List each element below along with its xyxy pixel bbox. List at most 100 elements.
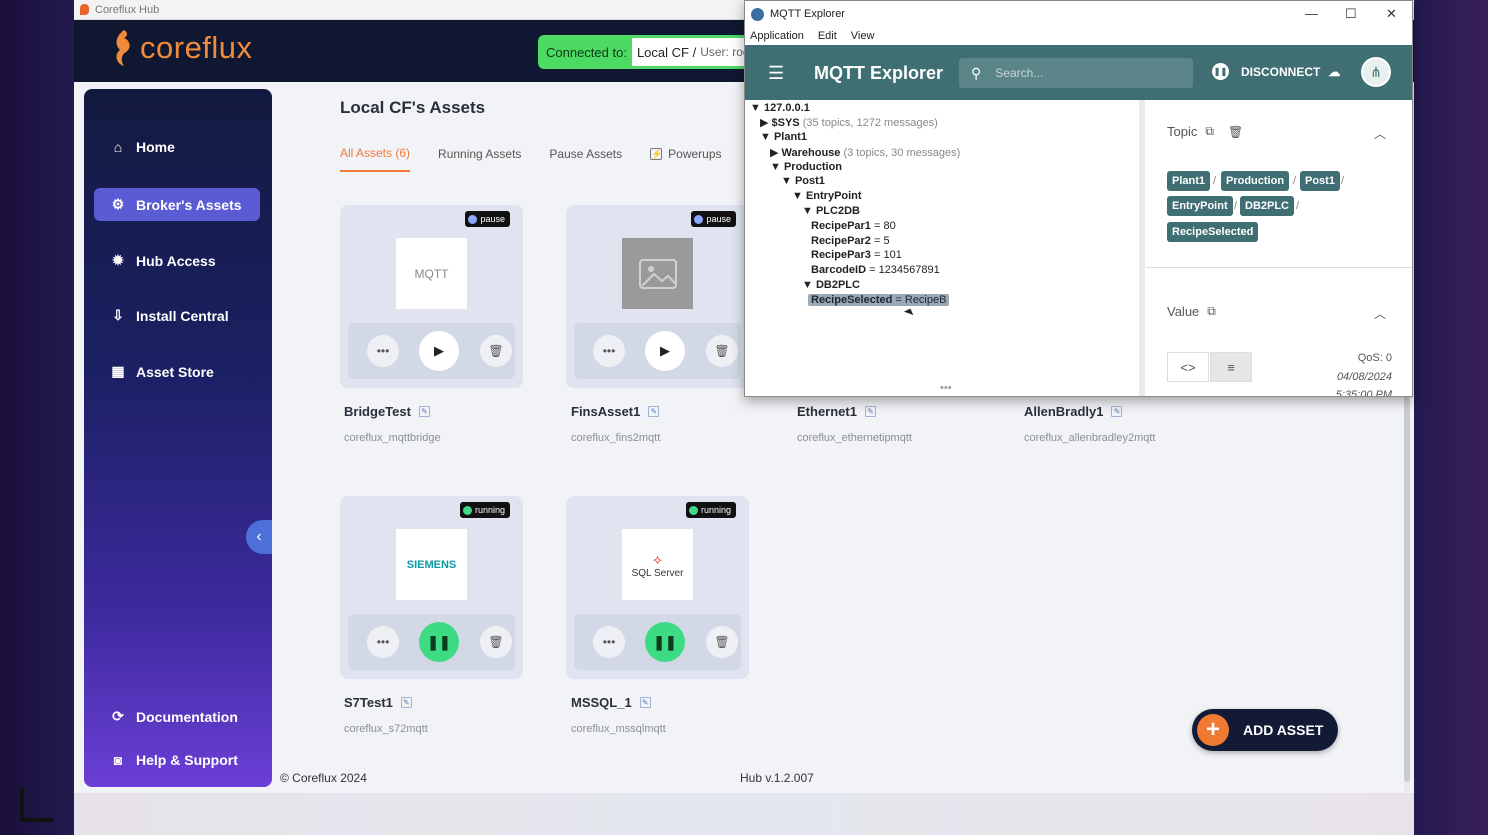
copy-icon[interactable]: ⧉ (1207, 304, 1216, 319)
play-icon: ▶ (434, 343, 444, 358)
coreflux-logo-text: coreflux (140, 30, 253, 65)
more-options-button[interactable]: ••• (367, 335, 399, 367)
sidebar-item-label: Broker's Assets (136, 196, 242, 213)
topic-chip[interactable]: Production (1221, 171, 1290, 191)
sidebar-item-help-support[interactable]: ◙ Help & Support (94, 743, 260, 776)
mqtt-app-title: MQTT Explorer (814, 63, 944, 83)
home-icon: ⌂ (113, 138, 123, 155)
text-view-button[interactable]: ≡ (1210, 352, 1252, 382)
more-options-button[interactable]: ••• (593, 626, 625, 658)
sidebar-item-label: Documentation (136, 708, 238, 725)
sidebar-item-label: Hub Access (136, 252, 216, 269)
asset-name: MSSQL_1 ✎ (571, 695, 651, 710)
more-options-button[interactable]: ••• (367, 626, 399, 658)
tab-running-assets[interactable]: Running Assets (438, 146, 521, 172)
edit-icon[interactable]: ✎ (1111, 406, 1123, 417)
trash-icon: 🗑 (714, 344, 730, 358)
asset-card[interactable]: pause MQTT ••• ▶ 🗑 (340, 205, 523, 388)
code-view-button[interactable]: <> (1167, 352, 1209, 382)
add-asset-button[interactable]: + ADD ASSET (1192, 709, 1338, 751)
asset-card[interactable]: running ⟡ SQL Server ••• ❚❚ 🗑 (566, 496, 749, 679)
menu-application[interactable]: Application (750, 30, 804, 42)
trash-icon[interactable]: 🗑 (1228, 125, 1243, 139)
tree-leaf-selected[interactable]: RecipeSelected = RecipeB (808, 294, 950, 306)
topic-chip[interactable]: RecipeSelected (1167, 222, 1259, 242)
tree-node[interactable]: ▶ $SYS (35 topics, 1272 messages) (760, 116, 938, 129)
tree-leaf[interactable]: RecipePar2 = 5 (811, 235, 890, 247)
edit-icon[interactable]: ✎ (639, 697, 651, 708)
delete-button[interactable]: 🗑 (480, 626, 512, 658)
asset-card[interactable]: running SIEMENS ••• ❚❚ 🗑 (340, 496, 523, 679)
maximize-icon[interactable]: ☐ (1345, 6, 1357, 22)
more-options-button[interactable]: ••• (593, 335, 625, 367)
topic-chip[interactable]: EntryPoint (1167, 196, 1233, 216)
sidebar-item-brokers-assets[interactable]: ⚙ Broker's Assets (94, 188, 260, 221)
tab-powerups[interactable]: ⚡ Powerups (650, 146, 722, 172)
topic-separator: / (1341, 175, 1345, 187)
menu-edit[interactable]: Edit (818, 30, 837, 42)
tree-node[interactable]: ▶ Warehouse (3 topics, 30 messages) (770, 146, 960, 159)
disconnect-button[interactable]: ❚❚ DISCONNECT ☁ (1212, 63, 1340, 80)
tree-node[interactable]: ▼ Plant1 (760, 131, 807, 143)
edit-icon[interactable]: ✎ (864, 406, 876, 417)
tree-node[interactable]: ▼ PLC2DB (802, 205, 860, 217)
sidebar-item-hub-access[interactable]: ✹ Hub Access (94, 244, 260, 277)
close-icon[interactable]: ✕ (1386, 6, 1397, 22)
copy-icon[interactable]: ⧉ (1205, 124, 1214, 139)
sidebar-item-label: Home (136, 138, 175, 155)
trash-icon: 🗑 (488, 635, 504, 649)
pause-button[interactable]: ❚❚ (419, 622, 459, 662)
edit-icon[interactable]: ✎ (400, 697, 412, 708)
sidebar-item-install-central[interactable]: ⇩ Install Central (94, 299, 260, 332)
pane-divider[interactable] (1139, 100, 1145, 396)
pause-button[interactable]: ❚❚ (645, 622, 685, 662)
sidebar-collapse-button[interactable]: ‹ (246, 520, 272, 554)
topic-chip[interactable]: Plant1 (1167, 171, 1211, 191)
asset-card[interactable]: pause ••• ▶ 🗑 (566, 205, 749, 388)
hamburger-menu-icon[interactable]: ☰ (768, 63, 784, 84)
qos-label: QoS: 0 (1357, 352, 1392, 364)
tree-node[interactable]: ▼ 127.0.0.1 (750, 102, 810, 114)
sidebar-item-documentation[interactable]: ⟳ Documentation (94, 700, 260, 733)
tree-node[interactable]: ▼ Post1 (781, 175, 825, 187)
asset-name: S7Test1 ✎ (344, 695, 412, 710)
play-button[interactable]: ▶ (645, 331, 685, 371)
tree-leaf[interactable]: RecipePar1 = 80 (811, 220, 896, 232)
page-title: Local CF's Assets (340, 98, 486, 117)
status-badge: running (685, 502, 736, 518)
running-status-icon (688, 505, 698, 515)
delete-button[interactable]: 🗑 (480, 335, 512, 367)
tree-node[interactable]: ▼ Production (770, 161, 842, 173)
edit-icon[interactable]: ✎ (418, 406, 430, 417)
tree-node[interactable]: ▼ EntryPoint (792, 190, 862, 202)
resize-handle-icon[interactable]: ••• (940, 382, 952, 394)
edit-icon[interactable]: ✎ (648, 406, 660, 417)
asset-logo: SIEMENS (396, 529, 467, 600)
delete-button[interactable]: 🗑 (706, 335, 738, 367)
topic-chip[interactable]: DB2PLC (1240, 196, 1295, 216)
tab-pause-assets[interactable]: Pause Assets (549, 146, 622, 172)
delete-button[interactable]: 🗑 (706, 626, 738, 658)
tab-all-assets[interactable]: All Assets (6) (340, 146, 411, 172)
minimize-icon[interactable]: — (1305, 6, 1318, 21)
tree-node[interactable]: ▼ DB2PLC (802, 279, 860, 291)
download-icon: ⇩ (112, 307, 124, 323)
sidebar-item-label: Help & Support (136, 751, 238, 768)
pause-icon: ❚❚ (653, 633, 677, 650)
tree-leaf[interactable]: BarcodeID = 1234567891 (811, 264, 940, 276)
mqtt-app-bar: ☰ MQTT Explorer ⚲ Search... ❚❚ DISCONNEC… (745, 45, 1412, 100)
chevron-up-icon[interactable]: ︿ (1374, 125, 1386, 142)
status-badge: pause (691, 211, 736, 227)
sidebar-item-asset-store[interactable]: ▦ Asset Store (94, 355, 260, 388)
tree-leaf[interactable]: RecipePar3 = 101 (811, 249, 902, 261)
sidebar-item-home[interactable]: ⌂ Home (94, 130, 260, 163)
menu-view[interactable]: View (851, 30, 875, 42)
message-time: 5:35:00 PM (1335, 389, 1392, 397)
play-button[interactable]: ▶ (419, 331, 459, 371)
asset-controls: ••• ❚❚ 🗑 (348, 614, 515, 670)
topic-search-input[interactable]: ⚲ Search... (959, 58, 1193, 88)
coreflux-logo: coreflux (112, 28, 253, 68)
chevron-up-icon[interactable]: ︿ (1374, 305, 1386, 322)
connection-avatar[interactable]: ⋔ (1361, 57, 1391, 87)
topic-chip[interactable]: Post1 (1300, 171, 1340, 191)
